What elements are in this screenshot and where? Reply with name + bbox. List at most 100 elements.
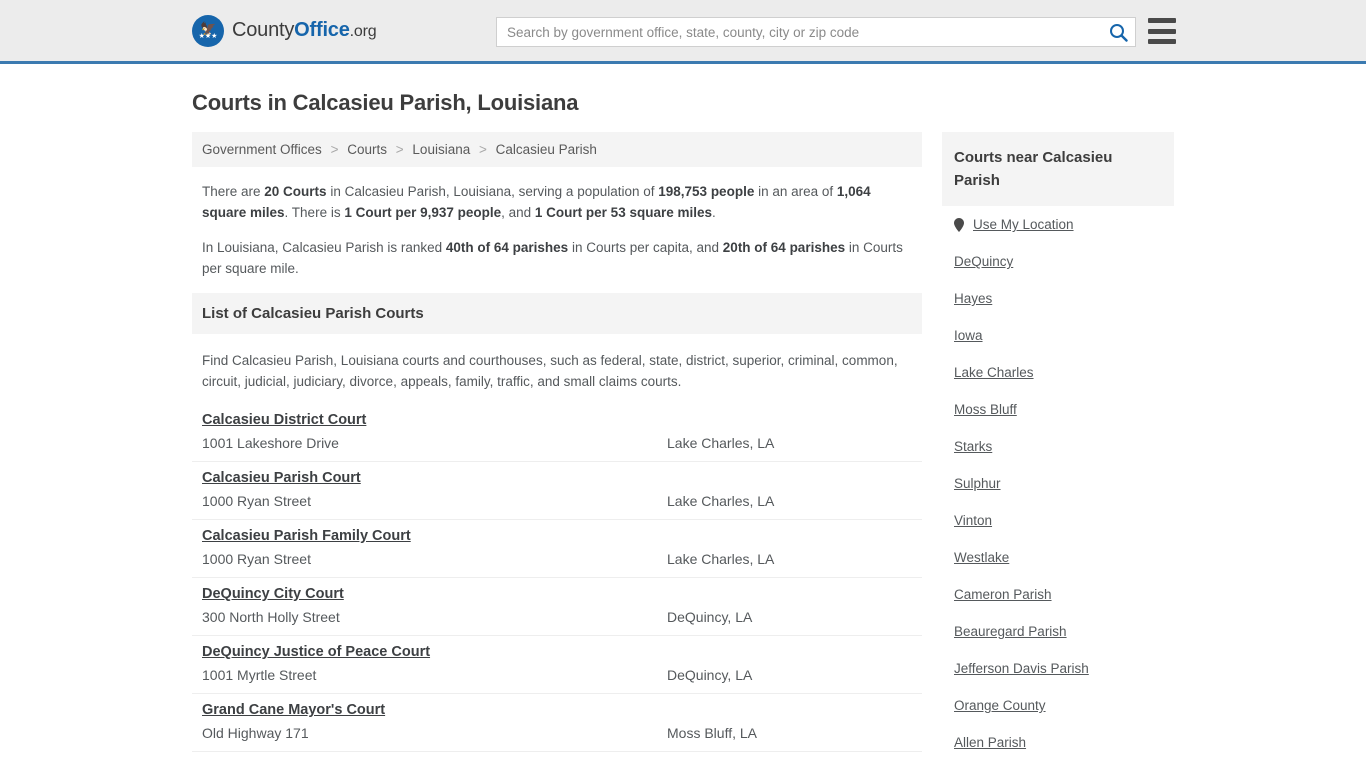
sidebar-item-moss-bluff[interactable]: Moss Bluff — [954, 391, 1162, 428]
stat-total-courts: 20 Courts — [264, 184, 327, 199]
statistics-section: There are 20 Courts in Calcasieu Parish,… — [192, 167, 922, 279]
site-header: 🦅 ★★★ CountyOffice.org — [0, 0, 1366, 64]
stat-rank-per-square-mile: 20th of 64 parishes — [722, 240, 846, 255]
breadcrumb-separator: > — [478, 142, 487, 157]
stat-rank-per-capita: 40th of 64 parishes — [445, 240, 569, 255]
sidebar-item-dequincy[interactable]: DeQuincy — [954, 243, 1162, 280]
main-column: Government Offices > Courts > Louisiana … — [192, 132, 922, 752]
court-address: 1000 Ryan Street — [202, 493, 311, 509]
stat-text: . There is — [284, 205, 345, 220]
content-columns: Government Offices > Courts > Louisiana … — [192, 132, 1174, 768]
page-container: Courts in Calcasieu Parish, Louisiana Go… — [0, 90, 1366, 768]
hamburger-menu-icon — [1148, 18, 1176, 23]
sidebar-item-allen-parish[interactable]: Allen Parish — [954, 724, 1162, 761]
breadcrumb-separator: > — [395, 142, 404, 157]
stat-population: 198,753 people — [658, 184, 755, 199]
sidebar-link[interactable]: DeQuincy — [954, 254, 1013, 269]
court-name-link[interactable]: Calcasieu Parish Court — [202, 470, 912, 486]
court-list-item: Calcasieu Parish Family Court 1000 Ryan … — [192, 520, 922, 578]
sidebar-link[interactable]: Westlake — [954, 550, 1009, 565]
court-city: Lake Charles, LA — [667, 551, 775, 567]
search-button[interactable] — [1101, 18, 1135, 46]
logo-text-org: .org — [349, 23, 377, 40]
court-address: Old Highway 171 — [202, 725, 309, 741]
sidebar-item-orange-county[interactable]: Orange County — [954, 687, 1162, 724]
sidebar-panel-title: Courts near Calcasieu Parish — [954, 149, 1113, 189]
court-address: 300 North Holly Street — [202, 609, 340, 625]
breadcrumb-item-government-offices[interactable]: Government Offices — [202, 142, 322, 157]
court-address: 1001 Lakeshore Drive — [202, 435, 339, 451]
sidebar-link[interactable]: Orange County — [954, 698, 1046, 713]
sidebar-item-iowa[interactable]: Iowa — [954, 317, 1162, 354]
sidebar-link[interactable]: Allen Parish — [954, 735, 1026, 750]
sidebar-item-starks[interactable]: Starks — [954, 428, 1162, 465]
breadcrumb-item-louisiana[interactable]: Louisiana — [412, 142, 470, 157]
sidebar-nearby-panel: Courts near Calcasieu Parish — [942, 132, 1174, 206]
stat-text: In Louisiana, Calcasieu Parish is ranked — [202, 240, 446, 255]
court-name-link[interactable]: Grand Cane Mayor's Court — [202, 702, 912, 718]
eagle-seal-icon: 🦅 ★★★ — [192, 14, 224, 47]
search-input[interactable] — [497, 24, 1101, 40]
sidebar-use-my-location[interactable]: Use My Location — [954, 206, 1162, 243]
sidebar-item-beauregard-parish[interactable]: Beauregard Parish — [954, 613, 1162, 650]
court-list-item: DeQuincy City Court 300 North Holly Stre… — [192, 578, 922, 636]
court-city: Lake Charles, LA — [667, 493, 775, 509]
hamburger-menu-icon — [1148, 39, 1176, 44]
breadcrumb-item-calcasieu-parish: Calcasieu Parish — [495, 142, 597, 157]
logo-text: CountyOffice.org — [232, 19, 377, 42]
court-name-link[interactable]: DeQuincy Justice of Peace Court — [202, 644, 912, 660]
search-bar[interactable] — [496, 17, 1136, 47]
court-list-description: Find Calcasieu Parish, Louisiana courts … — [202, 353, 898, 389]
sidebar-item-westlake[interactable]: Westlake — [954, 539, 1162, 576]
court-city: Lake Charles, LA — [667, 435, 775, 451]
court-address: 1001 Myrtle Street — [202, 667, 317, 683]
stat-text: . — [712, 205, 716, 220]
use-my-location-link[interactable]: Use My Location — [973, 217, 1074, 232]
hamburger-menu-icon — [1148, 28, 1176, 34]
sidebar-item-lake-charles[interactable]: Lake Charles — [954, 354, 1162, 391]
search-icon — [1109, 23, 1128, 42]
breadcrumb-separator: > — [330, 142, 339, 157]
breadcrumb-item-courts[interactable]: Courts — [347, 142, 387, 157]
sidebar-item-sulphur[interactable]: Sulphur — [954, 465, 1162, 502]
page-title: Courts in Calcasieu Parish, Louisiana — [192, 90, 579, 115]
sidebar-item-cameron-parish[interactable]: Cameron Parish — [954, 576, 1162, 613]
court-list-item: Calcasieu District Court 1001 Lakeshore … — [192, 404, 922, 462]
sidebar-item-jefferson-davis-parish[interactable]: Jefferson Davis Parish — [954, 650, 1162, 687]
court-list-item: DeQuincy Justice of Peace Court 1001 Myr… — [192, 636, 922, 694]
breadcrumb: Government Offices > Courts > Louisiana … — [192, 132, 922, 167]
sidebar-link[interactable]: Moss Bluff — [954, 402, 1017, 417]
sidebar-link[interactable]: Cameron Parish — [954, 587, 1052, 602]
stat-courts-per-area: 1 Court per 53 square miles — [534, 205, 712, 220]
stat-text: , and — [501, 205, 535, 220]
stat-text: in Calcasieu Parish, Louisiana, serving … — [326, 184, 659, 199]
court-city: DeQuincy, LA — [667, 667, 753, 683]
statistics-paragraph-rank: In Louisiana, Calcasieu Parish is ranked… — [202, 237, 912, 279]
sidebar-link[interactable]: Iowa — [954, 328, 983, 343]
logo-text-county: County — [232, 19, 295, 41]
sidebar-link[interactable]: Starks — [954, 439, 992, 454]
sidebar-link[interactable]: Vinton — [954, 513, 992, 528]
sidebar-link[interactable]: Hayes — [954, 291, 992, 306]
sidebar: Courts near Calcasieu Parish Use My Loca… — [942, 132, 1174, 768]
court-city: Moss Bluff, LA — [667, 725, 758, 741]
stat-text: There are — [202, 184, 265, 199]
sidebar-link[interactable]: Jefferson Davis Parish — [954, 661, 1089, 676]
sidebar-link-list: Use My Location DeQuincy Hayes Iowa Lake… — [942, 206, 1174, 761]
court-address: 1000 Ryan Street — [202, 551, 311, 567]
court-name-link[interactable]: Calcasieu Parish Family Court — [202, 528, 912, 544]
sidebar-item-vinton[interactable]: Vinton — [954, 502, 1162, 539]
court-list-item: Calcasieu Parish Court 1000 Ryan Street … — [192, 462, 922, 520]
court-name-link[interactable]: DeQuincy City Court — [202, 586, 912, 602]
sidebar-link[interactable]: Beauregard Parish — [954, 624, 1067, 639]
sidebar-item-hayes[interactable]: Hayes — [954, 280, 1162, 317]
stat-text: in an area of — [754, 184, 837, 199]
court-list: Calcasieu District Court 1001 Lakeshore … — [192, 404, 922, 752]
court-name-link[interactable]: Calcasieu District Court — [202, 412, 912, 428]
court-list-heading: List of Calcasieu Parish Courts — [192, 293, 922, 334]
sidebar-link[interactable]: Lake Charles — [954, 365, 1034, 380]
site-logo[interactable]: 🦅 ★★★ CountyOffice.org — [192, 14, 377, 47]
court-city: DeQuincy, LA — [667, 609, 753, 625]
hamburger-menu-button[interactable] — [1148, 18, 1176, 44]
sidebar-link[interactable]: Sulphur — [954, 476, 1001, 491]
